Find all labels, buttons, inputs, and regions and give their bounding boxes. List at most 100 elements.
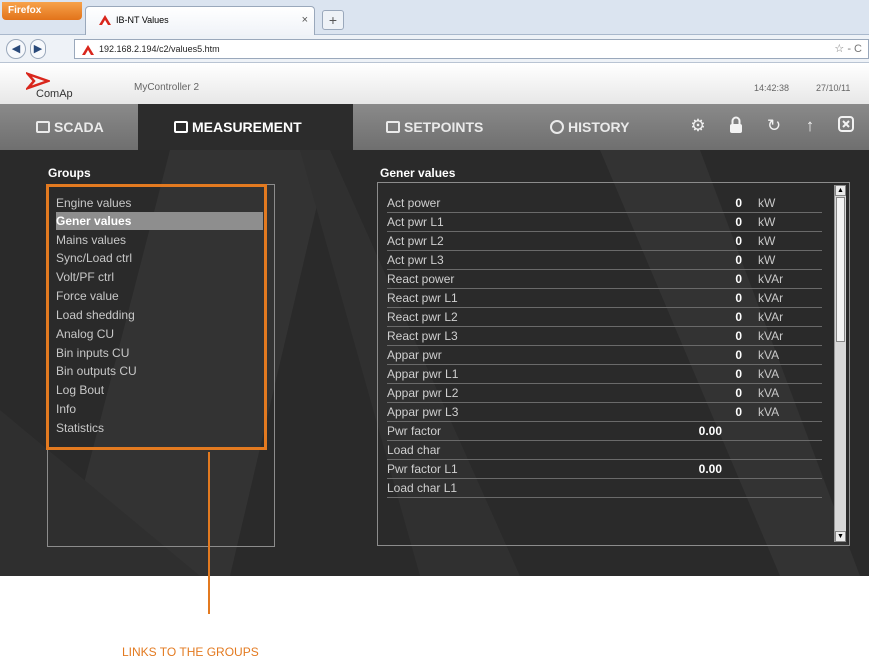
- controller-name: MyController 2: [134, 82, 200, 93]
- table-row: React power 0 kVAr: [387, 270, 822, 289]
- address-url: 192.168.2.194/c2/values5.htm: [99, 44, 220, 54]
- table-row: Act pwr L3 0 kW: [387, 251, 822, 270]
- value-name: Appar pwr L1: [387, 367, 459, 381]
- tab-measurement-label: MEASUREMENT: [192, 119, 302, 135]
- lock-icon[interactable]: [726, 116, 746, 136]
- value-name: Load char L1: [387, 481, 458, 495]
- groups-highlight-box: [46, 184, 267, 450]
- value-name: React pwr L3: [387, 329, 458, 343]
- scada-icon: [36, 121, 50, 133]
- tab-setpoints-label: SETPOINTS: [404, 119, 484, 135]
- scroll-down-icon[interactable]: ▼: [835, 531, 846, 542]
- value-name: React pwr L2: [387, 310, 458, 324]
- value-unit: kVAr: [758, 291, 784, 305]
- current-time: 14:42:38: [754, 83, 790, 93]
- groups-title: Groups: [48, 166, 91, 180]
- back-arrow-icon[interactable]: ◀: [6, 39, 26, 59]
- browser-tab-bar: Firefox IB-NT Values × +: [0, 0, 869, 35]
- forward-arrow-icon[interactable]: ▶: [30, 39, 46, 59]
- firefox-menu-button[interactable]: Firefox: [2, 2, 82, 20]
- value-name: Load char: [387, 443, 441, 457]
- value-number: 0: [735, 310, 742, 324]
- value-unit: kVA: [758, 405, 780, 419]
- value-number: 0: [735, 253, 742, 267]
- main-menu: SCADA MEASUREMENT SETPOINTS HISTORY ⚙ ↻ …: [0, 104, 869, 150]
- value-number: 0: [735, 329, 742, 343]
- value-unit: kVA: [758, 348, 780, 362]
- value-number: 0: [735, 234, 742, 248]
- tab-measurement[interactable]: MEASUREMENT: [138, 104, 353, 150]
- table-row: Appar pwr L3 0 kVA: [387, 403, 822, 422]
- brand-name: ComAp: [36, 88, 73, 100]
- bookmark-reload-icons[interactable]: ☆ - C: [834, 42, 862, 55]
- address-bar[interactable]: 192.168.2.194/c2/values5.htm ☆ - C: [74, 39, 869, 59]
- value-name: Pwr factor L1: [387, 462, 458, 476]
- table-row: Appar pwr L2 0 kVA: [387, 384, 822, 403]
- tab-history[interactable]: HISTORY: [550, 104, 629, 150]
- table-row: React pwr L1 0 kVAr: [387, 289, 822, 308]
- browser-tab-title: IB-NT Values: [116, 15, 169, 25]
- scroll-thumb[interactable]: [836, 197, 845, 342]
- setpoints-icon: [386, 121, 400, 133]
- value-unit: kVAr: [758, 310, 784, 324]
- value-name: Appar pwr: [387, 348, 442, 362]
- table-row: Appar pwr L1 0 kVA: [387, 365, 822, 384]
- new-tab-button[interactable]: +: [322, 10, 344, 30]
- table-row: Act power 0 kW: [387, 194, 822, 213]
- table-row: React pwr L2 0 kVAr: [387, 308, 822, 327]
- browser-navigation-bar: ◀ ▶ 192.168.2.194/c2/values5.htm ☆ - C: [0, 35, 869, 63]
- tab-scada[interactable]: SCADA: [36, 104, 104, 150]
- value-number: 0: [735, 215, 742, 229]
- scroll-up-icon[interactable]: ▲: [835, 185, 846, 196]
- browser-tab[interactable]: IB-NT Values ×: [85, 6, 315, 35]
- history-clock-icon: [550, 120, 564, 134]
- table-row: Appar pwr 0 kVA: [387, 346, 822, 365]
- value-number: 0: [735, 405, 742, 419]
- table-row: Act pwr L2 0 kW: [387, 232, 822, 251]
- value-name: Act pwr L2: [387, 234, 444, 248]
- tab-history-label: HISTORY: [568, 119, 630, 135]
- value-unit: kW: [758, 215, 776, 229]
- value-name: Act pwr L3: [387, 253, 444, 267]
- main-panel: Groups Engine values Gener values Mains …: [0, 150, 869, 576]
- table-row: Load char: [387, 441, 822, 460]
- value-unit: kVA: [758, 367, 780, 381]
- refresh-icon[interactable]: ↻: [764, 116, 784, 136]
- close-icon[interactable]: [836, 116, 856, 136]
- table-row: Load char L1: [387, 479, 822, 498]
- value-unit: kVAr: [758, 329, 784, 343]
- value-number: 0: [735, 348, 742, 362]
- value-number: 0.00: [698, 424, 722, 438]
- app-header: ComAp MyController 2 14:42:38 27/10/11: [0, 64, 869, 104]
- values-title: Gener values: [380, 166, 456, 180]
- comap-favicon-icon: [99, 15, 111, 25]
- table-row: Act pwr L1 0 kW: [387, 213, 822, 232]
- value-name: React pwr L1: [387, 291, 458, 305]
- value-name: Act power: [387, 196, 441, 210]
- tab-close-icon[interactable]: ×: [302, 7, 308, 33]
- value-unit: kW: [758, 234, 776, 248]
- tab-setpoints[interactable]: SETPOINTS: [386, 104, 483, 150]
- callout-line: [208, 452, 210, 614]
- value-unit: kW: [758, 253, 776, 267]
- gear-icon[interactable]: ⚙: [688, 116, 708, 136]
- table-row: Pwr factor 0.00: [387, 422, 822, 441]
- value-unit: kW: [758, 196, 776, 210]
- value-number: 0.00: [698, 462, 722, 476]
- table-row: React pwr L3 0 kVAr: [387, 327, 822, 346]
- value-number: 0: [735, 367, 742, 381]
- value-unit: kVA: [758, 386, 780, 400]
- values-scrollbar[interactable]: ▲ ▼: [834, 185, 846, 542]
- value-name: Appar pwr L2: [387, 386, 459, 400]
- values-table: Act power 0 kW Act pwr L1 0 kW Act pwr L…: [377, 182, 850, 546]
- table-row: Pwr factor L1 0.00: [387, 460, 822, 479]
- site-identity-icon: [82, 45, 94, 55]
- value-number: 0: [735, 196, 742, 210]
- current-date: 27/10/11: [816, 83, 851, 93]
- value-name: Pwr factor: [387, 424, 442, 438]
- value-name: Act pwr L1: [387, 215, 444, 229]
- measurement-icon: [174, 121, 188, 133]
- upload-arrow-icon[interactable]: ↑: [800, 116, 820, 136]
- value-name: Appar pwr L3: [387, 405, 459, 419]
- tab-scada-label: SCADA: [54, 119, 104, 135]
